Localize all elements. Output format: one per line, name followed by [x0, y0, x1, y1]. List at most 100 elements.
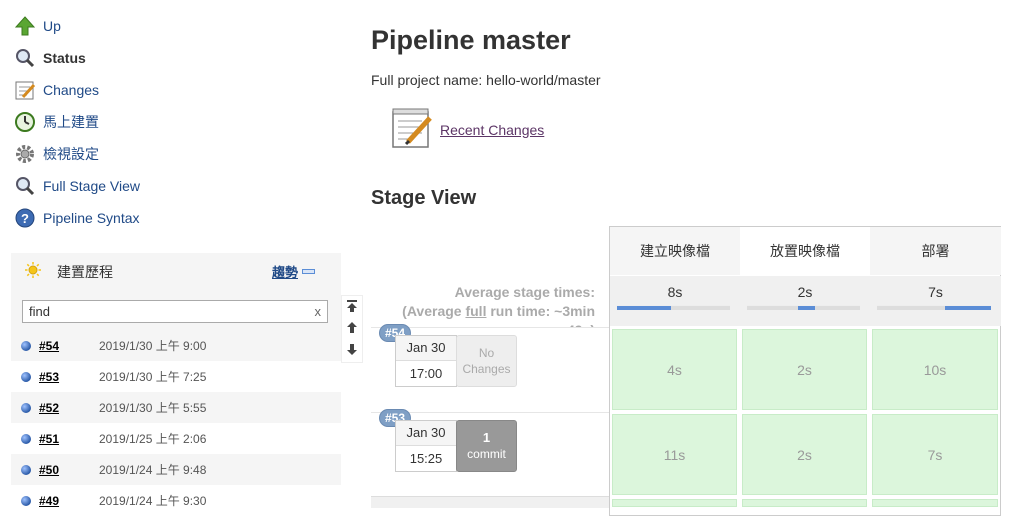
sidebar-task-label: Up: [43, 18, 61, 34]
stage-result-cell[interactable]: 2s: [742, 329, 867, 410]
stage-average-bar: [747, 305, 860, 310]
build-status-ball-icon: [21, 340, 31, 351]
pipeline-run-row: #54 Jan 30 17:00 No Changes: [371, 324, 609, 412]
sidebar-task-changes[interactable]: Changes: [14, 77, 99, 103]
build-number-link[interactable]: #50: [39, 463, 99, 477]
stage-average-bar-fill: [945, 306, 991, 310]
clear-search-button[interactable]: x: [315, 304, 322, 319]
trend-link[interactable]: 趨勢: [272, 262, 315, 281]
trend-bar-icon: [302, 269, 315, 274]
sidebar-task-build-now[interactable]: 馬上建置: [14, 109, 99, 135]
notepad-icon: [14, 79, 36, 101]
build-row: #49 2019/1/24 上午 9:30: [11, 485, 341, 516]
build-date-link[interactable]: 2019/1/30 上午 7:25: [99, 368, 206, 385]
run-date: Jan 30: [396, 336, 456, 361]
build-date-link[interactable]: 2019/1/25 上午 2:06: [99, 430, 206, 447]
build-number-link[interactable]: #54: [39, 339, 99, 353]
sidebar-task-label: Full Stage View: [43, 178, 141, 194]
gear-icon: [14, 143, 36, 165]
stage-result-cell[interactable]: 11s: [612, 414, 737, 495]
run-date-box: Jan 30 17:00: [395, 335, 457, 387]
stage-result-cell[interactable]: [872, 499, 998, 507]
stage-average-cell: 7s: [870, 276, 1001, 326]
stage-header: 部署: [870, 227, 1001, 275]
stage-average-cell: 8s: [610, 276, 740, 326]
build-status-ball-icon: [21, 464, 31, 475]
up-arrow-icon: [14, 15, 36, 37]
help-icon: ?: [14, 207, 36, 229]
sidebar-task-label: 檢視設定: [43, 146, 99, 162]
stage-average-time: 8s: [667, 284, 683, 300]
scroll-top-icon[interactable]: [347, 299, 357, 315]
sidebar-task-label: Status: [43, 50, 86, 66]
build-history-header: 建置歷程 趨勢: [11, 253, 341, 290]
sidebar-task-status[interactable]: Status: [14, 45, 86, 71]
sidebar-task-up[interactable]: Up: [14, 13, 61, 39]
sidebar-task-pipeline-syntax[interactable]: ? Pipeline Syntax: [14, 205, 140, 231]
build-date-link[interactable]: 2019/1/30 上午 9:00: [99, 337, 206, 354]
run-changes-line: 1: [482, 430, 491, 445]
run-changes-line: No: [478, 346, 495, 360]
build-history-title: 建置歷程: [57, 263, 113, 280]
sidebar-task-label: Pipeline Syntax: [43, 210, 140, 226]
run-changes-box: No Changes: [456, 335, 517, 387]
scroll-up-icon[interactable]: [347, 322, 357, 336]
build-date-link[interactable]: 2019/1/24 上午 9:48: [99, 461, 206, 478]
stage-result-cell[interactable]: [612, 499, 737, 507]
stage-result-cell[interactable]: 7s: [872, 414, 998, 495]
build-status-ball-icon: [21, 371, 31, 382]
full-project-name: Full project name: hello-world/master: [371, 72, 601, 88]
stage-average-cell: 2s: [740, 276, 870, 326]
stage-result-cell[interactable]: [742, 499, 867, 507]
pipeline-run-row: #53 Jan 30 15:25 1 commit: [371, 409, 609, 497]
build-date-link[interactable]: 2019/1/24 上午 9:30: [99, 492, 206, 509]
build-row: #54 2019/1/30 上午 9:00: [11, 330, 341, 361]
build-status-ball-icon: [21, 495, 31, 506]
build-row: #50 2019/1/24 上午 9:48: [11, 454, 341, 485]
sidebar-task-label: 馬上建置: [43, 114, 99, 130]
stage-average-bar: [617, 305, 730, 310]
pipeline-run-row: [371, 496, 609, 508]
run-changes-line: commit: [467, 447, 506, 461]
run-date: Jan 30: [396, 421, 456, 446]
stage-header: 放置映像檔: [740, 227, 870, 275]
stage-result-cell[interactable]: 10s: [872, 329, 998, 410]
sidebar-task-configure[interactable]: 檢視設定: [14, 141, 99, 167]
build-row: #51 2019/1/25 上午 2:06: [11, 423, 341, 454]
stage-result-cell[interactable]: 4s: [612, 329, 737, 410]
build-number-link[interactable]: #49: [39, 494, 99, 508]
stage-result-cell[interactable]: 2s: [742, 414, 867, 495]
build-date-link[interactable]: 2019/1/30 上午 5:55: [99, 399, 206, 416]
page-title: Pipeline master: [371, 25, 571, 55]
recent-changes-label: Recent Changes: [440, 121, 545, 138]
svg-text:?: ?: [21, 211, 29, 226]
stage-average-bar-fill: [617, 306, 671, 310]
build-number-link[interactable]: #53: [39, 370, 99, 384]
run-changes-line: Changes: [462, 362, 511, 376]
build-row: #52 2019/1/30 上午 5:55: [11, 392, 341, 423]
stage-average-time: 7s: [928, 284, 943, 300]
recent-changes-link[interactable]: Recent Changes: [390, 106, 544, 153]
run-date-box: Jan 30 15:25: [395, 420, 457, 472]
build-history-panel: 建置歷程 趨勢 find x #54 2019/1/30 上午 9:00 #53 20…: [11, 253, 341, 516]
run-changes-box[interactable]: 1 commit: [456, 420, 517, 472]
build-search-value: find: [29, 304, 50, 319]
build-number-link[interactable]: #52: [39, 401, 99, 415]
notepad-icon: [390, 106, 434, 153]
stage-header: 建立映像檔: [610, 227, 740, 275]
build-number-link[interactable]: #51: [39, 432, 99, 446]
sun-icon: [25, 262, 41, 281]
scroll-down-icon[interactable]: [347, 344, 357, 358]
sidebar-task-label: Changes: [43, 82, 100, 98]
run-time: 17:00: [409, 366, 443, 381]
clock-build-icon: [14, 111, 36, 133]
sidebar-task-full-stage-view[interactable]: Full Stage View: [14, 173, 140, 199]
history-scroll-controls: [341, 295, 363, 363]
build-row: #53 2019/1/30 上午 7:25: [11, 361, 341, 392]
stage-view-title: Stage View: [371, 187, 477, 209]
run-time: 15:25: [409, 451, 443, 466]
build-search-input[interactable]: find x: [22, 300, 328, 323]
stage-average-bar: [877, 305, 991, 310]
stage-average-bar-fill: [798, 306, 815, 310]
build-status-ball-icon: [21, 402, 31, 413]
